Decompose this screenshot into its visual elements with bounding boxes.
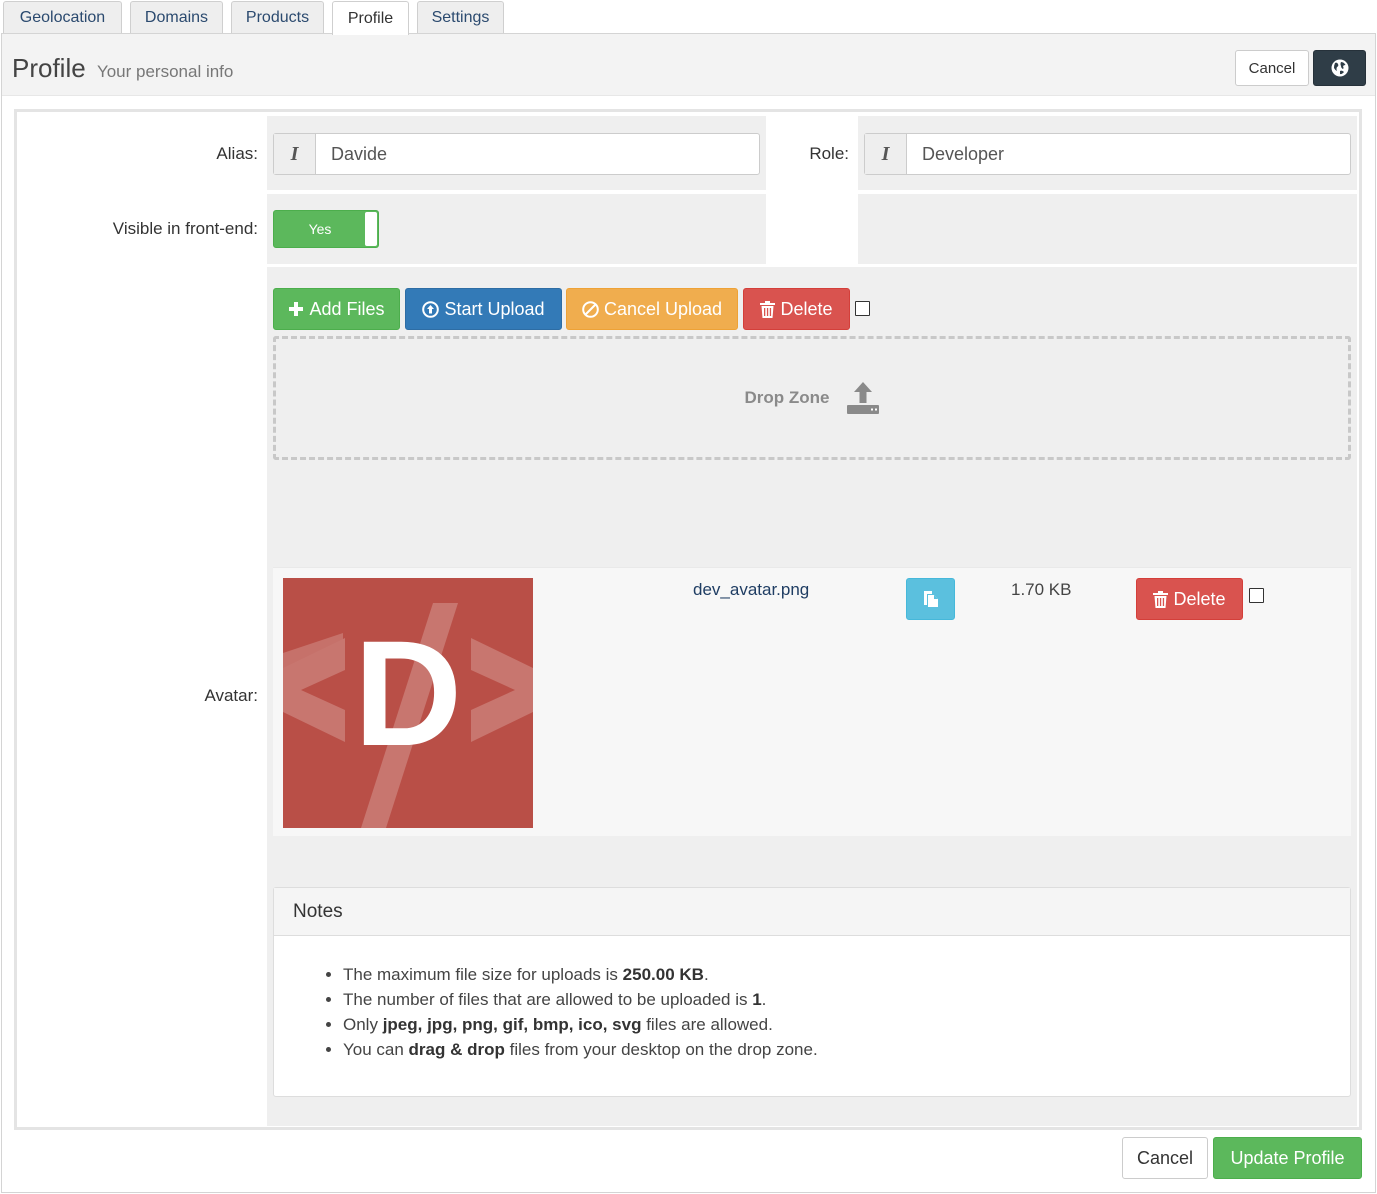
avatar-letter: D [354,609,462,777]
add-files-button[interactable]: Add Files [273,288,400,330]
file-row: D dev_avatar.png 1.70 KB Delete [273,567,1351,836]
italic-icon: I [865,134,907,174]
copy-button[interactable] [906,578,955,620]
page-header: Profile Your personal info Cancel [2,34,1375,96]
page-title: Profile Your personal info [12,53,233,84]
copy-icon [922,590,940,608]
drop-zone-label: Drop Zone [744,388,830,407]
notes-title: Notes [274,888,1350,936]
language-button[interactable] [1313,50,1366,86]
tab-profile[interactable]: Profile [332,1,409,35]
tab-settings[interactable]: Settings [417,1,504,33]
alias-input-group: I Davide [273,133,760,175]
page-subtitle: Your personal info [96,62,234,81]
drop-zone[interactable]: Drop Zone [273,336,1351,460]
alias-label: Alias: [216,144,258,163]
cancel-button[interactable]: Cancel [1122,1137,1208,1179]
trash-icon [1153,590,1169,608]
italic-icon: I [274,134,316,174]
toggle-label: Yes [308,221,332,237]
add-files-label: Add Files [309,298,385,319]
avatar-label: Avatar: [204,686,258,705]
upload-circle-icon [422,300,440,318]
empty-well [858,194,1357,264]
notes-list: The maximum file size for uploads is 250… [274,962,1350,1062]
trash-icon [760,300,776,318]
tab-products[interactable]: Products [231,1,324,33]
delete-all-button[interactable]: Delete [743,288,850,330]
cancel-upload-label: Cancel Upload [603,298,723,319]
list-item: You can drag & drop files from your desk… [343,1037,1350,1062]
role-input-group: I Developer [864,133,1351,175]
list-item: The number of files that are allowed to … [343,987,1350,1012]
file-select-checkbox[interactable] [1249,588,1264,603]
select-all-checkbox[interactable] [855,301,870,316]
header-cancel-button[interactable]: Cancel [1235,50,1309,86]
visible-toggle[interactable]: Yes [273,210,379,248]
globe-icon [1331,59,1349,77]
list-item: The maximum file size for uploads is 250… [343,962,1350,987]
delete-file-label: Delete [1173,588,1226,609]
avatar-thumbnail[interactable]: D [283,578,533,828]
tab-domains[interactable]: Domains [130,1,223,33]
list-item: Only jpeg, jpg, png, gif, bmp, ico, svg … [343,1012,1350,1037]
plus-icon [288,301,304,317]
role-label: Role: [809,144,849,163]
ban-icon [582,300,599,318]
page-title-text: Profile [12,53,86,83]
notes-panel: Notes The maximum file size for uploads … [273,887,1351,1097]
alias-input[interactable]: Davide [316,134,759,174]
file-name-link[interactable]: dev_avatar.png [693,580,809,600]
tab-geolocation[interactable]: Geolocation [3,1,122,33]
tab-bar: Geolocation Domains Products Profile Set… [0,0,1377,35]
delete-file-button[interactable]: Delete [1136,578,1243,620]
cancel-upload-button[interactable]: Cancel Upload [566,288,738,330]
update-profile-button[interactable]: Update Profile [1213,1137,1362,1179]
toggle-knob [365,212,377,246]
file-size: 1.70 KB [1011,580,1072,599]
upload-icon [846,381,880,415]
visible-label: Visible in front-end: [112,219,258,238]
delete-all-label: Delete [780,298,833,319]
start-upload-label: Start Upload [444,298,545,319]
role-input[interactable]: Developer [907,134,1350,174]
start-upload-button[interactable]: Start Upload [405,288,562,330]
